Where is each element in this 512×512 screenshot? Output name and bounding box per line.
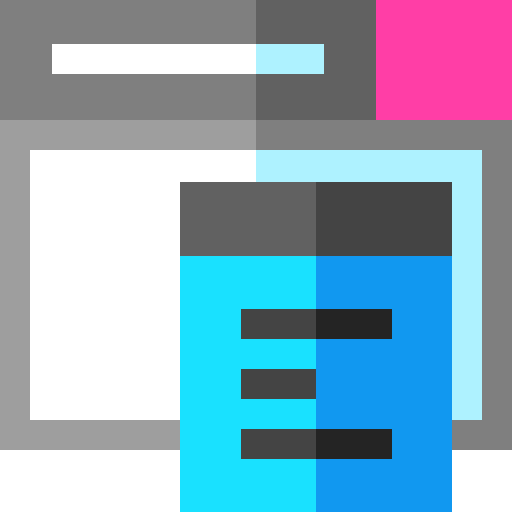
window-close-button [376, 0, 512, 120]
document-line-3-shaded [316, 429, 392, 459]
web-document-icon [0, 0, 512, 512]
document-line-1-shaded [316, 309, 392, 339]
document-line-3 [241, 429, 316, 459]
document-header-shaded [316, 182, 452, 256]
document-body-shaded [316, 256, 452, 512]
address-bar-highlight [256, 44, 324, 74]
address-bar [52, 44, 256, 74]
document-header [180, 182, 316, 256]
document-line-1 [241, 309, 316, 339]
document-line-2 [241, 369, 316, 399]
